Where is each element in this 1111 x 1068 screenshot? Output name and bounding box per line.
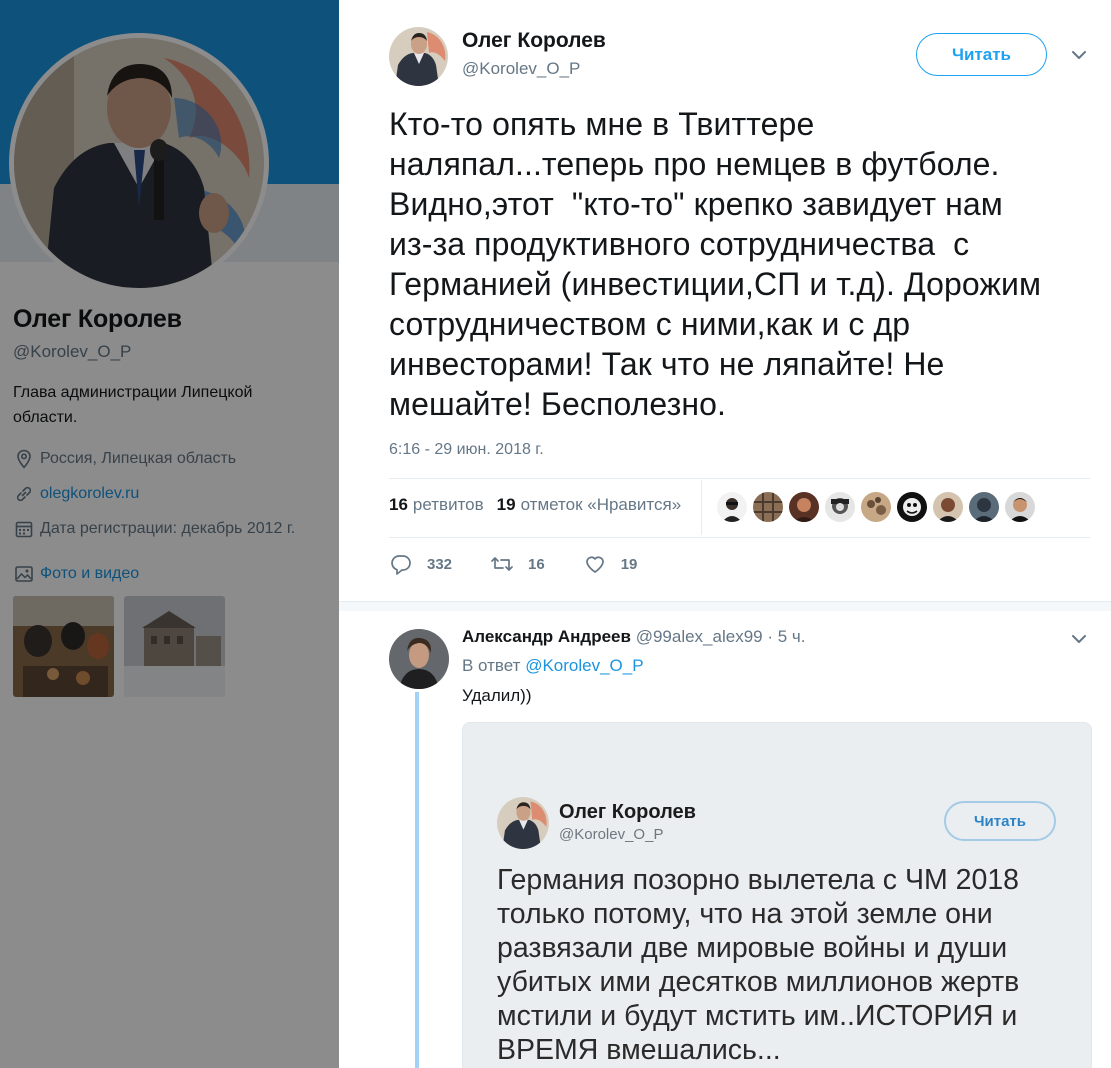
reply-author-avatar[interactable] — [389, 629, 449, 689]
liker-avatar[interactable] — [933, 492, 963, 522]
reply-media-screenshot[interactable]: Олег Королев @Korolev_O_P Читать Германи… — [462, 722, 1092, 1068]
retweet-count: 16 — [528, 555, 545, 573]
screenshot-tweet-text: Германия позорно вылетела с ЧМ 2018 толь… — [497, 864, 1020, 1066]
tweet-text: Кто-то опять мне в Твиттере наляпал...те… — [389, 106, 1042, 422]
reply-time[interactable]: · 5 ч. — [767, 627, 805, 646]
screenshot-avatar — [497, 797, 549, 849]
likes-stat[interactable]: 19 отметок «Нравится» — [497, 495, 682, 515]
modal-overlay[interactable] — [0, 0, 339, 1068]
tweet-stats: 16 ретвитов 19 отметок «Нравится» — [389, 495, 681, 515]
thread-line — [415, 692, 419, 1068]
liker-avatar[interactable] — [717, 492, 747, 522]
screenshot-author-name: Олег Королев — [559, 801, 696, 823]
screenshot-author-handle: @Korolev_O_P — [559, 826, 664, 843]
retweet-action[interactable]: 16 — [490, 552, 545, 576]
liker-avatar[interactable] — [825, 492, 855, 522]
stats-separator — [701, 480, 702, 535]
liker-avatar[interactable] — [969, 492, 999, 522]
reply-context: В ответ @Korolev_O_P — [462, 656, 644, 675]
retweet-icon — [490, 552, 514, 576]
likers-avatars — [717, 492, 1035, 522]
chevron-down-icon[interactable] — [1070, 630, 1088, 648]
reply-author-name[interactable]: Александр Андреев — [462, 627, 631, 646]
reply-separator — [339, 601, 1111, 611]
heart-icon — [583, 552, 607, 576]
reply-action[interactable]: 332 — [389, 552, 452, 576]
profile-sidebar: Олег Королев @Korolev_O_P Глава админист… — [0, 0, 339, 1068]
chevron-down-icon[interactable] — [1070, 46, 1088, 64]
tweet-detail: Олег Королев @Korolev_O_P Читать Кто-то … — [339, 0, 1111, 1068]
reply-author-handle[interactable]: @99alex_alex99 — [636, 627, 763, 646]
reply-text: Удалил)) — [462, 686, 532, 705]
follow-button[interactable]: Читать — [916, 33, 1047, 76]
reply-icon — [389, 552, 413, 576]
page: Олег Королев @Korolev_O_P Глава админист… — [0, 0, 1111, 1068]
liker-avatar[interactable] — [1005, 492, 1035, 522]
author-handle[interactable]: @Korolev_O_P — [462, 59, 580, 79]
author-avatar[interactable] — [389, 27, 448, 86]
liker-avatar[interactable] — [789, 492, 819, 522]
liker-avatar[interactable] — [897, 492, 927, 522]
divider — [389, 537, 1090, 538]
reply-header: Александр Андреев @99alex_alex99 · 5 ч. — [462, 627, 806, 647]
liker-avatar[interactable] — [861, 492, 891, 522]
tweet-actions: 332 16 19 — [389, 552, 675, 576]
like-action[interactable]: 19 — [583, 552, 638, 576]
author-name[interactable]: Олег Королев — [462, 29, 606, 53]
like-count: 19 — [620, 555, 638, 573]
reply-to-link[interactable]: @Korolev_O_P — [525, 656, 643, 675]
screenshot-follow-button: Читать — [944, 801, 1056, 841]
reply-count: 332 — [427, 555, 453, 573]
divider — [389, 478, 1090, 479]
retweets-stat[interactable]: 16 ретвитов — [389, 495, 484, 515]
tweet-timestamp[interactable]: 6:16 - 29 июн. 2018 г. — [389, 441, 544, 459]
liker-avatar[interactable] — [753, 492, 783, 522]
